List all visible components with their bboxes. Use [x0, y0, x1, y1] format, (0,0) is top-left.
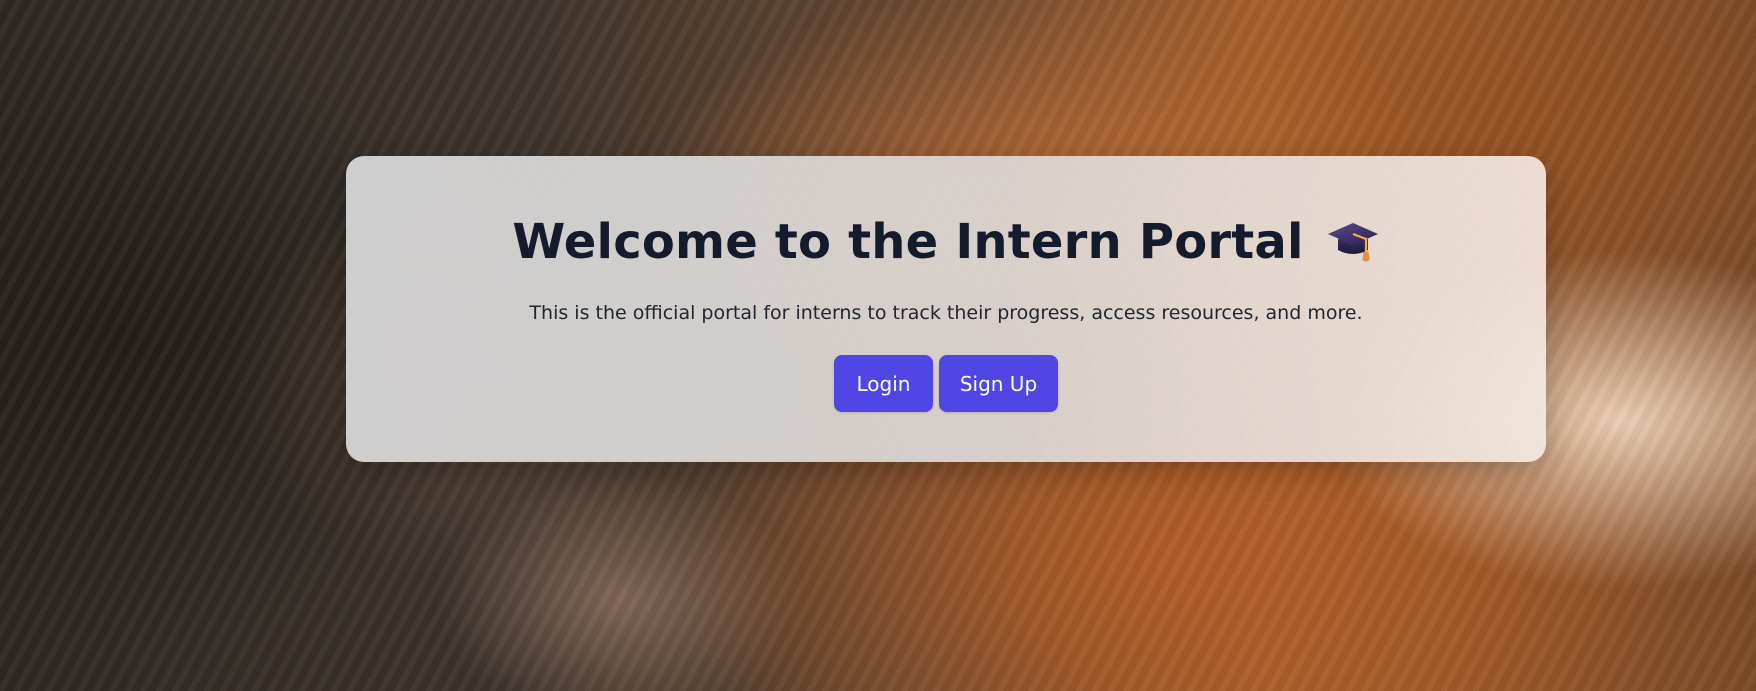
auth-actions: Login Sign Up — [346, 355, 1546, 412]
graduation-cap-icon — [1326, 217, 1380, 267]
landing-page: Welcome to the Intern Portal This is the… — [0, 0, 1756, 691]
page-subtitle: This is the official portal for interns … — [529, 302, 1363, 324]
login-button[interactable]: Login — [834, 355, 933, 412]
sign-up-button[interactable]: Sign Up — [939, 355, 1058, 412]
welcome-card: Welcome to the Intern Portal This is the… — [346, 156, 1546, 462]
page-title: Welcome to the Intern Portal — [512, 214, 1304, 270]
title-row: Welcome to the Intern Portal — [346, 214, 1546, 270]
